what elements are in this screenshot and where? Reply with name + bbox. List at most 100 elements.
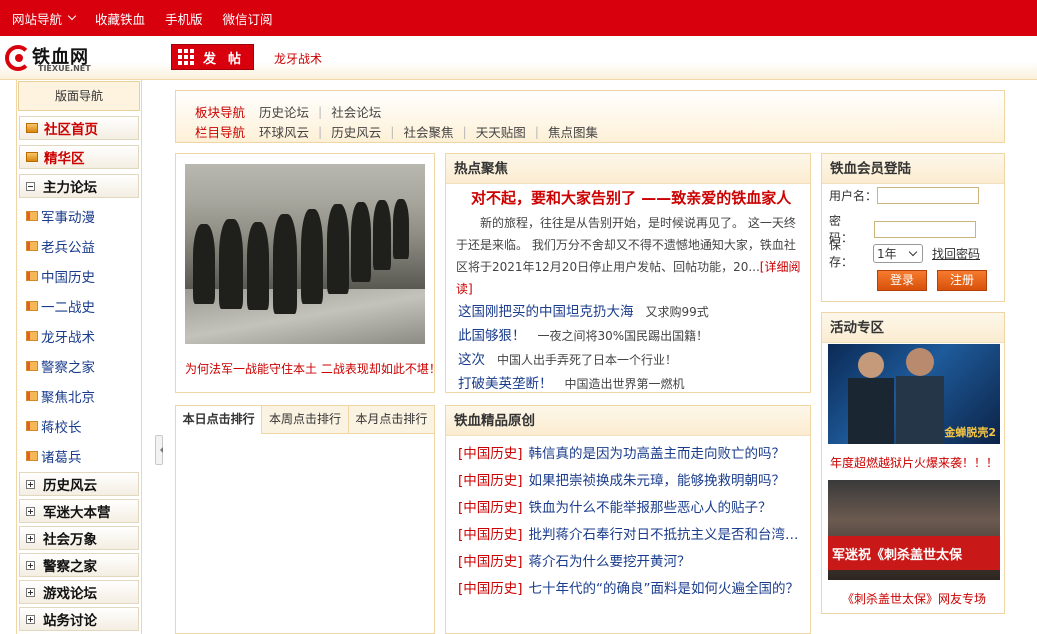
sidebar-group[interactable]: 社会万象: [19, 526, 139, 550]
sidebar-subitem[interactable]: 中国历史: [17, 261, 141, 291]
mobile-link[interactable]: 手机版: [165, 9, 203, 28]
column-nav-item[interactable]: 环球风云: [259, 122, 309, 141]
sidebar-item-home[interactable]: 社区首页: [19, 116, 139, 140]
post-button[interactable]: 发帖: [171, 44, 254, 70]
sidebar-subitem[interactable]: 军事动漫: [17, 201, 141, 231]
tab-weekly[interactable]: 本周点击排行: [262, 406, 349, 433]
original-tag[interactable]: [中国历史]: [458, 577, 523, 597]
block-nav-item[interactable]: 社会论坛: [331, 102, 381, 121]
original-item: [中国历史] 七十年代的“的确良”面料是如何火遍全国的？: [458, 577, 801, 597]
sidebar-group[interactable]: 军迷大本营: [19, 499, 139, 523]
original-item: [中国历史] 批判蒋介石奉行对日不抵抗主义是否和台湾…: [458, 523, 801, 543]
site-logo[interactable]: 铁血网 TIEXUE.NET: [5, 43, 105, 75]
original-link[interactable]: 批判蒋介石奉行对日不抵抗主义是否和台湾…: [529, 523, 799, 543]
wechat-link[interactable]: 微信订阅: [223, 9, 273, 28]
column-nav-item[interactable]: 社会聚焦: [403, 122, 453, 141]
register-button[interactable]: 注册: [937, 270, 987, 291]
tab-monthly[interactable]: 本月点击排行: [349, 406, 434, 433]
activity-caption[interactable]: 年度超燃越狱片火爆来袭！！！: [822, 454, 1006, 471]
focus-item-title[interactable]: 这国刚把买的中国坦克扔大海: [458, 300, 634, 320]
login-button[interactable]: 登录: [877, 270, 927, 291]
sidebar-group[interactable]: 站务讨论: [19, 607, 139, 631]
username-field[interactable]: [877, 187, 980, 204]
sidebar-group-main[interactable]: 主力论坛: [19, 174, 139, 198]
password-field[interactable]: [874, 220, 976, 238]
original-link[interactable]: 铁血为什么不能举报那些恶心人的贴子？: [529, 496, 772, 516]
original-tag[interactable]: [中国历史]: [458, 496, 523, 516]
original-title: 铁血精品原创: [446, 406, 810, 436]
focus-item-desc: 中国人出手弄死了日本一个行业！: [497, 353, 678, 367]
forum-link[interactable]: 龙牙战术: [274, 50, 322, 67]
activity-poster[interactable]: 金蝉脱壳2: [828, 344, 1000, 444]
sidebar: 版面导航 社区首页 精华区 主力论坛 军事动漫 老兵公益 中国历史 一二战史 龙…: [16, 80, 142, 634]
sidebar-subitem-label: 聚焦北京: [41, 390, 95, 406]
activity-poster[interactable]: 军迷祝《刺杀盖世太保: [828, 480, 1000, 580]
divider: |: [534, 124, 539, 139]
original-link[interactable]: 蒋介石为什么要挖开黄河？: [529, 550, 691, 570]
featured-photo[interactable]: [185, 164, 425, 344]
focus-item-desc: 又求购99式: [645, 305, 709, 319]
save-label: 保 存：: [829, 238, 854, 269]
divider: |: [318, 124, 323, 139]
sidebar-collapse-handle[interactable]: [155, 435, 163, 465]
focus-headline[interactable]: 对不起，要和大家告别了 ——致亲爱的铁血家人: [471, 187, 791, 208]
sidebar-subitem-label: 军事动漫: [41, 210, 95, 226]
sidebar-subitem[interactable]: 蒋校长: [17, 411, 141, 441]
photo-figure: [393, 199, 409, 259]
focus-item: 此国够狠！ 一夜之间将30%国民踢出国籍！: [458, 324, 798, 344]
featured-caption[interactable]: 为何法军一战能守住本土 二战表现却如此不堪！: [185, 360, 433, 377]
bookmark-link[interactable]: 收藏铁血: [95, 9, 145, 28]
focus-item-title[interactable]: 打破美英垄断！: [458, 372, 553, 392]
save-duration-select[interactable]: 1年: [873, 243, 923, 263]
poster-figure: [848, 378, 894, 444]
sidebar-group[interactable]: 游戏论坛: [19, 580, 139, 604]
original-link[interactable]: 七十年代的“的确良”面料是如何火遍全国的？: [529, 577, 800, 597]
poster-banner-text: 军迷祝《刺杀盖世太保: [832, 548, 963, 563]
sidebar-subitem[interactable]: 诸葛兵: [17, 441, 141, 471]
forum-icon: [26, 301, 38, 311]
column-nav-item[interactable]: 天天贴图: [476, 122, 526, 141]
block-nav-item[interactable]: 历史论坛: [259, 102, 309, 121]
original-link[interactable]: 如果把崇祯换成朱元璋，能够挽救明朝吗？: [529, 469, 786, 489]
sidebar-group-label: 历史风云: [43, 478, 97, 494]
save-row: 保 存： 1年 找回密码: [829, 236, 980, 270]
photo-figure: [301, 209, 323, 304]
activity-caption[interactable]: 《刺杀盖世太保》网友专场: [822, 590, 1006, 607]
sidebar-item-digest[interactable]: 精华区: [19, 145, 139, 169]
divider: |: [318, 104, 323, 119]
focus-item: 这国刚把买的中国坦克扔大海 又求购99式: [458, 300, 798, 320]
expand-icon: [26, 587, 35, 597]
sidebar-subitem[interactable]: 龙牙战术: [17, 321, 141, 351]
original-tag[interactable]: [中国历史]: [458, 523, 523, 543]
forum-icon: [26, 391, 38, 401]
expand-icon: [26, 506, 35, 516]
photo-figure: [247, 222, 269, 310]
sidebar-subitem[interactable]: 警察之家: [17, 351, 141, 381]
photo-figure: [327, 204, 349, 294]
sidebar-subitem[interactable]: 聚焦北京: [17, 381, 141, 411]
sidebar-subitem[interactable]: 一二战史: [17, 291, 141, 321]
column-nav-item[interactable]: 焦点图集: [548, 122, 598, 141]
sidebar-item-label: 社区首页: [44, 122, 98, 138]
tab-daily[interactable]: 本日点击排行: [176, 406, 263, 434]
expand-icon: [26, 533, 35, 543]
forum-icon: [26, 421, 38, 431]
original-tag[interactable]: [中国历史]: [458, 442, 523, 462]
sidebar-group-label: 军迷大本营: [43, 505, 111, 521]
logo-mark-icon: [5, 45, 31, 71]
focus-item-title[interactable]: 此国够狠！: [458, 324, 526, 344]
sidebar-item-label: 精华区: [44, 151, 85, 167]
sidebar-group[interactable]: 历史风云: [19, 472, 139, 496]
expand-icon: [26, 614, 35, 624]
original-link[interactable]: 韩信真的是因为功高盖主而走向败亡的吗？: [529, 442, 786, 462]
recover-password-link[interactable]: 找回密码: [932, 245, 980, 262]
forum-icon: [26, 361, 38, 371]
block-nav-row: 板块导航 历史论坛 | 社会论坛: [195, 102, 381, 121]
original-tag[interactable]: [中国历史]: [458, 469, 523, 489]
sidebar-group[interactable]: 警察之家: [19, 553, 139, 577]
site-nav-menu[interactable]: 网站导航: [12, 9, 77, 28]
original-tag[interactable]: [中国历史]: [458, 550, 523, 570]
focus-item-title[interactable]: 这次: [458, 348, 485, 368]
sidebar-subitem[interactable]: 老兵公益: [17, 231, 141, 261]
column-nav-item[interactable]: 历史风云: [331, 122, 381, 141]
